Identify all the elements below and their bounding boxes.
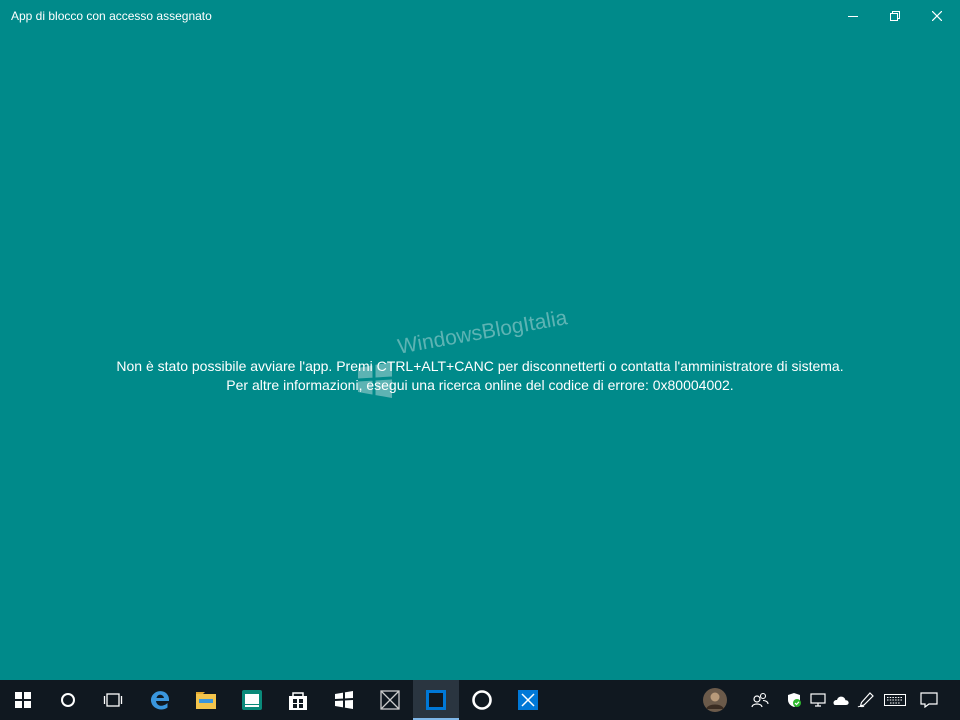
taskbar-app[interactable] bbox=[321, 680, 367, 720]
taskbar-store[interactable] bbox=[275, 680, 321, 720]
restore-button[interactable] bbox=[872, 0, 918, 32]
app-icon bbox=[242, 690, 262, 710]
user-avatar-icon bbox=[703, 688, 727, 712]
task-view-button[interactable] bbox=[90, 680, 136, 720]
error-message: Non è stato possibile avviare l'app. Pre… bbox=[0, 357, 960, 395]
store-icon bbox=[289, 692, 307, 710]
assigned-access-app-icon bbox=[426, 690, 446, 710]
taskbar-app[interactable] bbox=[229, 680, 275, 720]
windows-defender-status[interactable] bbox=[783, 680, 805, 720]
people-button[interactable] bbox=[745, 680, 775, 720]
network-icon bbox=[810, 693, 826, 707]
taskbar bbox=[0, 680, 960, 720]
window-title: App di blocco con accesso assegnato bbox=[11, 9, 212, 23]
windows-ink-button[interactable] bbox=[855, 680, 877, 720]
windows-defender-icon bbox=[788, 693, 801, 707]
keyboard-icon bbox=[884, 694, 906, 706]
error-message-line-2: Per altre informazioni, esegui una ricer… bbox=[226, 377, 734, 393]
onedrive-status[interactable] bbox=[829, 680, 851, 720]
minimize-button[interactable] bbox=[830, 0, 876, 32]
onedrive-icon bbox=[833, 696, 849, 705]
cortana-icon bbox=[472, 690, 492, 710]
app-icon bbox=[518, 690, 538, 710]
minimize-icon bbox=[848, 16, 858, 17]
taskbar-cortana[interactable] bbox=[459, 680, 505, 720]
placeholder-app-icon bbox=[380, 690, 400, 710]
app-icon bbox=[334, 691, 354, 709]
taskbar-assigned-access-app[interactable] bbox=[413, 680, 459, 720]
action-center-button[interactable] bbox=[914, 680, 944, 720]
restore-icon bbox=[890, 11, 900, 21]
cortana-search-button[interactable] bbox=[45, 680, 91, 720]
windows-start-icon bbox=[15, 692, 31, 708]
notification-icon bbox=[920, 692, 938, 708]
close-button[interactable] bbox=[914, 0, 960, 32]
title-bar: App di blocco con accesso assegnato bbox=[0, 0, 960, 32]
watermark-text: WindowsBlogItalia bbox=[396, 306, 569, 359]
pen-icon bbox=[857, 692, 874, 708]
edge-icon bbox=[150, 691, 170, 710]
taskbar-file-explorer[interactable] bbox=[183, 680, 229, 720]
task-view-icon bbox=[103, 693, 123, 707]
taskbar-app[interactable] bbox=[505, 680, 551, 720]
file-explorer-icon bbox=[196, 692, 216, 709]
cortana-search-icon bbox=[61, 693, 75, 707]
taskbar-edge[interactable] bbox=[137, 680, 183, 720]
network-status[interactable] bbox=[807, 680, 829, 720]
people-icon bbox=[751, 692, 769, 708]
error-message-line-1: Non è stato possibile avviare l'app. Pre… bbox=[116, 358, 844, 374]
close-icon bbox=[932, 11, 942, 21]
start-button[interactable] bbox=[0, 680, 46, 720]
taskbar-placeholder-app[interactable] bbox=[367, 680, 413, 720]
touch-keyboard-button[interactable] bbox=[880, 680, 910, 720]
user-avatar[interactable] bbox=[700, 680, 730, 720]
